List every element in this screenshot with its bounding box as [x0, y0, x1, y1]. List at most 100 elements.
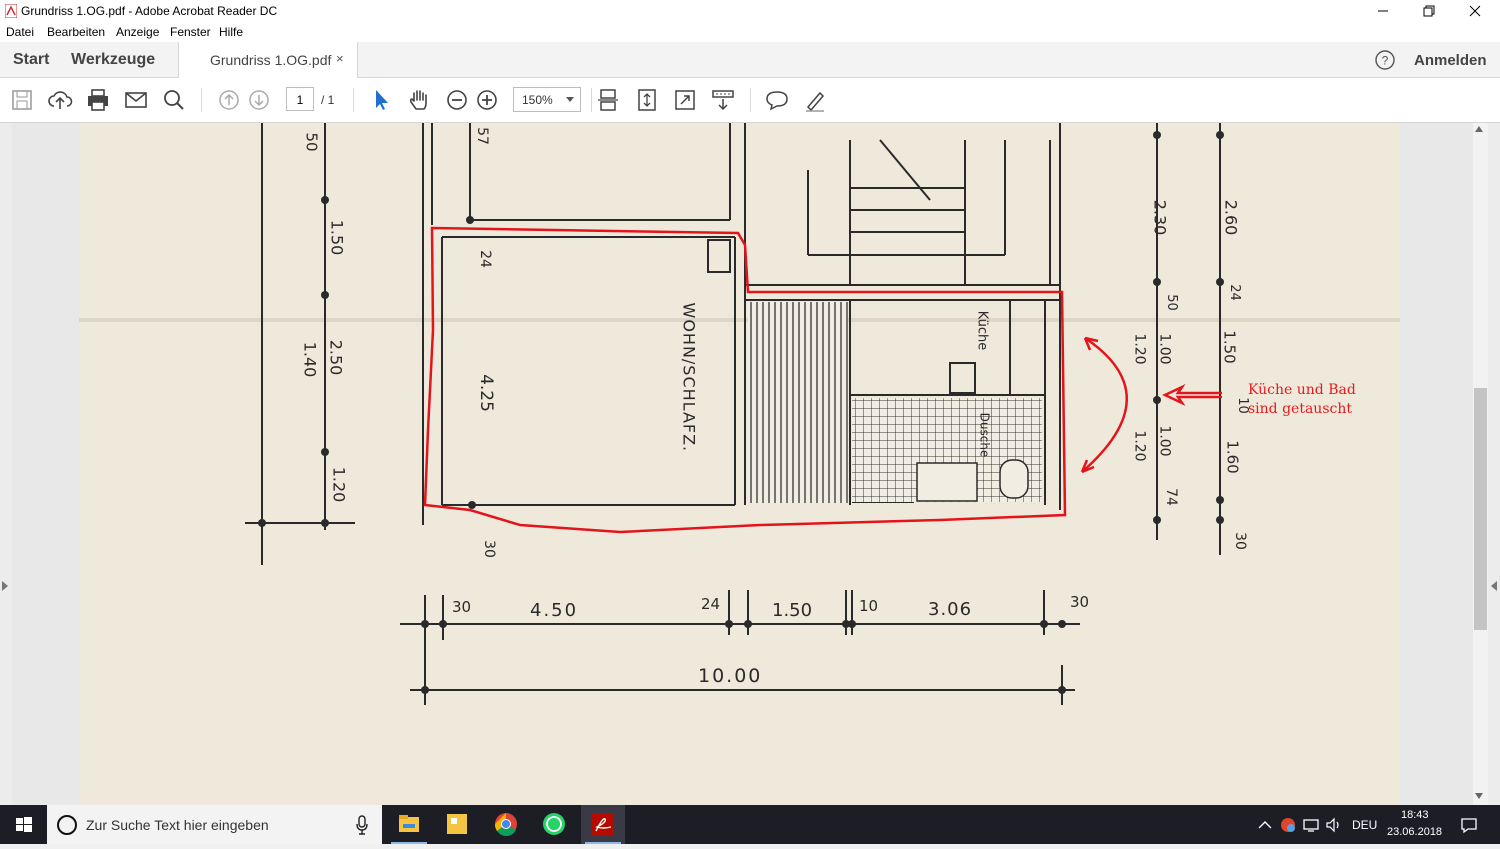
taskbar-search[interactable]: Zur Suche Text hier eingeben: [47, 805, 382, 844]
minus-circle-icon: [447, 90, 467, 110]
title-bar: Grundriss 1.OG.pdf - Adobe Acrobat Reade…: [0, 0, 1500, 22]
dim-right-a-7: 74: [1162, 488, 1179, 506]
page-total: / 1: [321, 93, 335, 107]
clock-time[interactable]: 18:43: [1401, 809, 1429, 821]
dim-right-a-4: 1.20: [1131, 333, 1148, 365]
dim-right-b-6: 30: [1231, 532, 1248, 550]
cursor-arrow-icon: [376, 90, 388, 110]
next-page-button[interactable]: [246, 87, 272, 113]
tab-start[interactable]: Start: [13, 51, 49, 69]
microphone-icon[interactable]: [355, 815, 369, 835]
dim-right-b-2: 24: [1226, 284, 1242, 301]
toolbar-separator: [750, 88, 751, 112]
tab-werkzeuge[interactable]: Werkzeuge: [71, 51, 155, 69]
chrome-icon: [494, 813, 517, 836]
floor-plan-drawing: [79, 123, 1400, 705]
taskbar-sticky-notes[interactable]: [435, 805, 479, 844]
minimize-button[interactable]: [1360, 0, 1406, 22]
scroll-mode-button[interactable]: [595, 87, 621, 113]
clock-date[interactable]: 23.06.2018: [1387, 826, 1442, 838]
close-window-button[interactable]: [1452, 0, 1498, 22]
fullscreen-button[interactable]: [672, 87, 698, 113]
search-placeholder: Zur Suche Text hier eingeben: [86, 817, 269, 833]
dim-right-a-2: 50: [1163, 294, 1179, 311]
dim-row-6: 3.06: [928, 599, 973, 620]
menu-anzeige[interactable]: Anzeige: [116, 25, 159, 39]
network-icon[interactable]: [1302, 816, 1320, 834]
dim-row-4: 1.50: [772, 600, 813, 621]
menu-bearbeiten[interactable]: Bearbeiten: [47, 25, 105, 39]
menu-datei[interactable]: Datei: [6, 25, 34, 39]
find-button[interactable]: [161, 87, 187, 113]
arrow-up-circle-icon: [219, 90, 239, 110]
right-panel-toggle[interactable]: [1488, 123, 1500, 805]
file-explorer-icon: [399, 815, 419, 832]
search-icon: [164, 90, 184, 110]
save-icon: [12, 90, 32, 110]
scroll-down-icon[interactable]: [1475, 793, 1483, 799]
print-button[interactable]: [85, 87, 111, 113]
bath-label: Dusche: [977, 412, 992, 458]
dim-right-b-5: 1.60: [1223, 440, 1242, 474]
arrow-down-circle-icon: [249, 90, 269, 110]
pdf-page: 50 1.50 2.50 1.40 1.20 57 24 4.25 30 WOH…: [79, 123, 1400, 805]
document-tab-label: Grundriss 1.OG.pdf: [210, 52, 332, 68]
signin-button[interactable]: Anmelden: [1414, 52, 1487, 69]
highlight-button[interactable]: [802, 87, 828, 113]
scroll-pages-icon: [598, 89, 618, 111]
zoom-select[interactable]: 150%: [513, 87, 581, 112]
taskbar-acrobat[interactable]: [581, 805, 625, 844]
close-icon: [1469, 5, 1481, 17]
dim-row-1: 30: [452, 598, 472, 616]
start-button[interactable]: [0, 805, 47, 844]
select-tool-button[interactable]: [368, 87, 394, 113]
email-button[interactable]: [123, 87, 149, 113]
dim-right-a-3: 1.00: [1156, 333, 1173, 365]
left-panel-toggle[interactable]: [0, 123, 12, 805]
restore-button[interactable]: [1406, 0, 1452, 22]
zoom-out-button[interactable]: [444, 87, 470, 113]
read-mode-button[interactable]: [710, 87, 736, 113]
volume-icon[interactable]: [1325, 816, 1343, 834]
input-language[interactable]: DEU: [1352, 818, 1377, 832]
help-icon[interactable]: ?: [1375, 50, 1395, 70]
dim-left-4: 1.40: [300, 341, 320, 378]
zoom-in-button[interactable]: [474, 87, 500, 113]
acrobat-app-icon: [5, 4, 17, 18]
menu-hilfe[interactable]: Hilfe: [219, 25, 243, 39]
acrobat-icon: [592, 813, 614, 835]
fit-page-button[interactable]: [634, 87, 660, 113]
close-tab-button[interactable]: ×: [336, 51, 344, 66]
taskbar: Zur Suche Text hier eingeben DEU 18:43 2…: [0, 805, 1500, 844]
menu-bar: Datei Bearbeiten Anzeige Fenster Hilfe: [0, 22, 1500, 42]
dim-right-a-6: 1.20: [1131, 430, 1148, 462]
fit-page-icon: [638, 89, 656, 111]
taskbar-chrome[interactable]: [484, 805, 528, 844]
dropbox-tray-icon[interactable]: [1279, 816, 1297, 834]
taskbar-file-explorer[interactable]: [387, 805, 431, 844]
dim-left-2: 1.50: [327, 219, 347, 256]
upload-button[interactable]: [47, 87, 73, 113]
taskbar-whatsapp[interactable]: [532, 805, 576, 844]
fullscreen-icon: [675, 90, 695, 110]
read-mode-icon: [712, 90, 734, 111]
comment-button[interactable]: [764, 87, 790, 113]
dim-left-1: 50: [302, 132, 321, 152]
tab-document[interactable]: Grundriss 1.OG.pdf ×: [178, 42, 358, 78]
restore-icon: [1423, 5, 1435, 17]
dim-left-3: 2.50: [326, 339, 346, 376]
save-button[interactable]: [9, 87, 35, 113]
scroll-up-icon[interactable]: [1475, 126, 1483, 132]
page-number-input[interactable]: 1: [286, 87, 314, 111]
notification-icon[interactable]: [1460, 816, 1478, 834]
mail-icon: [125, 92, 147, 108]
scrollbar-thumb[interactable]: [1474, 388, 1487, 630]
menu-fenster[interactable]: Fenster: [170, 25, 211, 39]
chevron-up-icon[interactable]: [1256, 816, 1274, 834]
dim-top-inner: 24: [476, 250, 493, 268]
toolbar: [0, 78, 1500, 123]
hand-tool-button[interactable]: [406, 87, 432, 113]
dim-right-a-5: 1.00: [1156, 425, 1173, 457]
room-label: WOHN/SCHLAFZ.: [679, 302, 699, 453]
previous-page-button[interactable]: [216, 87, 242, 113]
